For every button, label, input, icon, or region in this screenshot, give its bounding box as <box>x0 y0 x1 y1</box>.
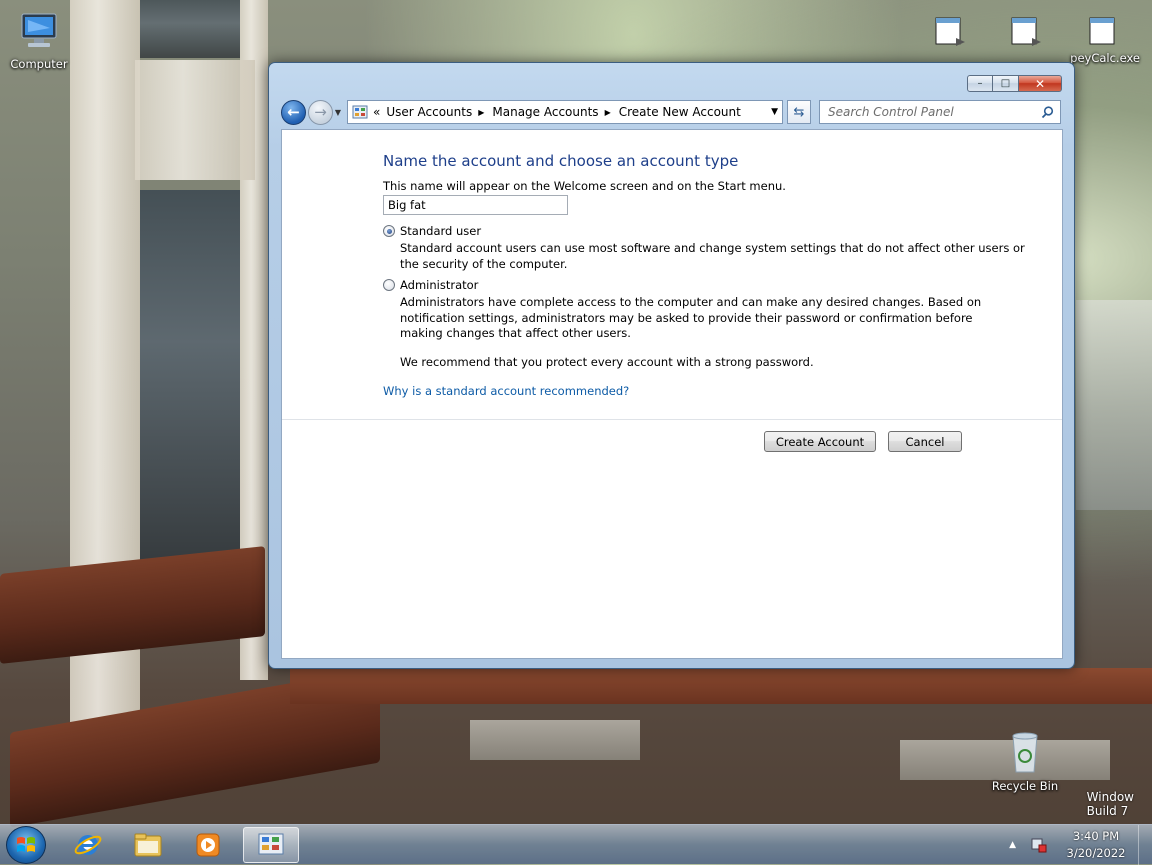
page-title: Name the account and choose an account t… <box>383 152 739 170</box>
standard-user-radio[interactable] <box>383 225 395 237</box>
clock-date: 3/20/2022 <box>1066 846 1126 860</box>
minimize-icon: – <box>977 78 983 89</box>
search-icon[interactable] <box>1041 105 1054 119</box>
maximize-icon: □ <box>1000 78 1011 89</box>
tray-overflow-icon[interactable]: ▲ <box>1009 840 1016 850</box>
close-button[interactable]: ✕ <box>1019 75 1062 92</box>
shortcut-icon <box>1011 17 1041 46</box>
computer-icon <box>21 13 57 47</box>
recycle-bin-icon <box>1012 732 1038 773</box>
media-player-icon <box>196 833 220 857</box>
maximize-button[interactable]: □ <box>993 75 1019 92</box>
arrow-right-icon: → <box>314 103 327 121</box>
standard-user-option[interactable]: Standard user <box>383 224 481 238</box>
clock[interactable]: 3:40 PM 3/20/2022 <box>1058 828 1134 862</box>
taskbar-explorer[interactable] <box>120 827 176 863</box>
navigation-bar: ← → ▼ « User Accounts ▶ Manage Accounts … <box>281 99 1062 125</box>
arrow-left-icon: ← <box>287 103 300 121</box>
address-bar[interactable]: « User Accounts ▶ Manage Accounts ▶ Crea… <box>347 100 783 124</box>
windows-logo-icon <box>17 837 35 852</box>
cancel-button[interactable]: Cancel <box>888 431 962 452</box>
taskbar-control-panel[interactable] <box>243 827 299 863</box>
folder-icon <box>134 833 162 857</box>
administrator-option[interactable]: Administrator <box>383 278 478 292</box>
taskbar-media-player[interactable] <box>180 827 236 863</box>
refresh-button[interactable]: ⇆ <box>787 100 811 124</box>
standard-user-label[interactable]: Standard user <box>400 224 481 238</box>
standard-account-help-link[interactable]: Why is a standard account recommended? <box>383 384 629 398</box>
shortcut-icon <box>935 17 965 46</box>
start-button[interactable] <box>6 826 46 864</box>
search-box <box>819 100 1061 124</box>
description-line: Administrators have complete access to t… <box>400 295 982 309</box>
desktop-icon-recycle-bin[interactable]: Recycle Bin <box>988 728 1062 793</box>
show-desktop-button[interactable] <box>1138 825 1152 865</box>
watermark-line: Window <box>1086 790 1134 804</box>
title-buttons: – □ ✕ <box>967 75 1062 92</box>
name-hint: This name will appear on the Welcome scr… <box>383 179 786 193</box>
control-panel-icon <box>352 105 368 119</box>
content-pane: Name the account and choose an account t… <box>281 129 1063 659</box>
action-center-icon[interactable] <box>1030 836 1048 854</box>
breadcrumb-create-new-account[interactable]: Create New Account <box>619 105 741 119</box>
recent-pages-dropdown[interactable]: ▼ <box>333 108 343 117</box>
system-tray: ▲ 3:40 PM 3/20/2022 <box>1009 825 1152 865</box>
password-recommendation: We recommend that you protect every acco… <box>400 355 814 369</box>
content-divider <box>282 419 1062 420</box>
standard-user-description: Standard account users can use most soft… <box>400 241 1025 272</box>
breadcrumb-user-accounts[interactable]: User Accounts <box>386 105 472 119</box>
chevron-down-icon: ▼ <box>334 107 342 117</box>
internet-explorer-icon <box>74 835 102 855</box>
desktop-icon-shortcut-1[interactable] <box>912 12 986 51</box>
minimize-button[interactable]: – <box>967 75 993 92</box>
breadcrumb-separator-icon[interactable]: ▶ <box>478 108 484 117</box>
description-line: the security of the computer. <box>400 256 568 271</box>
description-line: Standard account users can use most soft… <box>400 241 1025 255</box>
close-icon: ✕ <box>1034 76 1046 91</box>
description-line: making changes that affect other users. <box>400 326 631 340</box>
taskbar-internet-explorer[interactable] <box>60 827 116 863</box>
desktop-icon-label: Recycle Bin <box>991 779 1059 793</box>
administrator-label[interactable]: Administrator <box>400 278 478 292</box>
clock-time: 3:40 PM <box>1072 829 1120 843</box>
back-button[interactable]: ← <box>281 99 306 125</box>
account-name-input[interactable] <box>383 195 568 215</box>
breadcrumb-manage-accounts[interactable]: Manage Accounts <box>492 105 598 119</box>
address-overflow[interactable]: « <box>373 105 380 119</box>
desktop-icon-label: Computer <box>10 57 68 71</box>
desktop-icon-computer[interactable]: Computer <box>2 8 76 71</box>
desktop-icon-peycalc[interactable]: peyCalc.exe <box>1066 12 1140 65</box>
control-panel-window: – □ ✕ ← → ▼ « User Accounts ▶ Manage Acc… <box>268 62 1075 669</box>
control-panel-icon <box>258 833 284 855</box>
watermark-line: Build 7 <box>1086 804 1129 818</box>
forward-button[interactable]: → <box>308 99 333 125</box>
administrator-radio[interactable] <box>383 279 395 291</box>
taskbar: ▲ 3:40 PM 3/20/2022 <box>0 824 1152 865</box>
description-line: notification settings, administrators ma… <box>400 310 973 325</box>
create-account-button[interactable]: Create Account <box>764 431 876 452</box>
exe-shortcut-icon <box>1089 17 1115 45</box>
breadcrumb-separator-icon[interactable]: ▶ <box>605 108 611 117</box>
desktop-icon-shortcut-2[interactable] <box>988 12 1062 51</box>
address-dropdown-icon[interactable]: ▼ <box>771 107 778 117</box>
search-input[interactable] <box>826 104 1041 120</box>
administrator-description: Administrators have complete access to t… <box>400 295 981 342</box>
refresh-icon: ⇆ <box>793 104 805 120</box>
desktop-icon-label: peyCalc.exe <box>1070 51 1140 65</box>
build-watermark: Window Build 7 <box>1087 790 1134 818</box>
